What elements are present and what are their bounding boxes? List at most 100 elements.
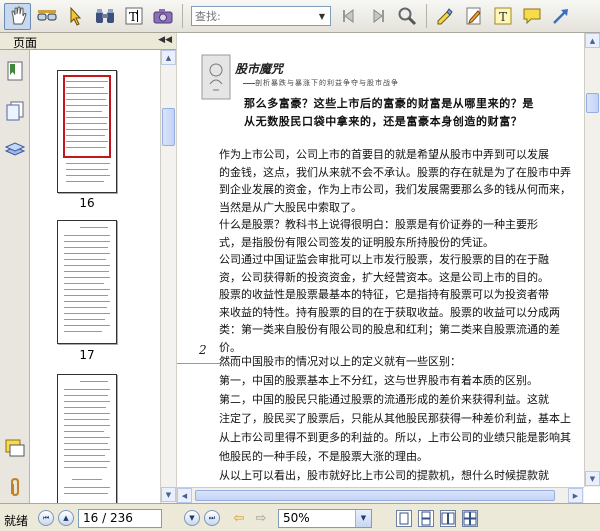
chapter-title: 股市魔咒 xyxy=(235,62,284,76)
note-tool-button[interactable] xyxy=(460,3,487,30)
first-page-icon: ⏮ xyxy=(42,513,50,522)
body-text-line: 什么是股票？教科书上说得很明白：股票是有价证券的一种主要形 xyxy=(219,218,538,231)
page-thumbnail-17[interactable] xyxy=(57,220,117,344)
scroll-thumb[interactable] xyxy=(195,490,555,501)
comment-tool-button[interactable] xyxy=(518,3,545,30)
text-cursor-icon: T xyxy=(125,7,142,25)
glasses-icon xyxy=(37,10,56,21)
next-arrow-icon xyxy=(373,9,384,23)
attachments-tab-icon[interactable] xyxy=(4,476,26,498)
panel-header: 页面 ◀◀ xyxy=(0,33,176,50)
scroll-down-arrow[interactable]: ▼ xyxy=(585,471,600,486)
continuous-page-icon xyxy=(421,511,431,526)
page-thumbnails: 16 17 xyxy=(31,50,161,503)
text-tool-button[interactable]: T xyxy=(489,3,516,30)
status-bar: 就绪 ⏮ ▲ 16 / 236 ▼ ⏭ ⇦ ⇨ 50% ▼ xyxy=(0,503,600,531)
go-back-button[interactable]: ⇦ xyxy=(230,510,248,526)
body-text-line: 然而中国股市的情况对以上的定义就有一些区别： xyxy=(219,355,461,368)
left-navigation-panel: 页面 ◀◀ 16 17 ▲ ▼ xyxy=(0,33,176,503)
body-text-line: 作为上市公司，公司上市的首要目的就是希望从股市中弄到可以发展 xyxy=(219,148,549,161)
quote-line: 那么多富豪？这些上市后的富豪的财富是从哪里来的？是 xyxy=(244,97,534,110)
facing-pages-icon xyxy=(441,512,455,525)
svg-text:T: T xyxy=(499,10,507,24)
continuous-facing-icon xyxy=(463,511,477,526)
body-text-line: 从以上可以看出，股市就好比上市公司的提款机，想什么时候提款就 xyxy=(219,469,549,482)
text-select-tool-button[interactable]: T xyxy=(120,3,147,30)
arrow-line-tool-button[interactable] xyxy=(547,3,574,30)
zoom-combobox[interactable]: 50% ▼ xyxy=(278,509,372,528)
page-thumbnail-18[interactable] xyxy=(57,374,117,503)
single-page-layout-button[interactable] xyxy=(396,510,412,527)
single-page-icon xyxy=(399,512,409,525)
body-text-line: 股票的收益性是股票最基本的特征，它是指持有股票可以为投资者带 xyxy=(219,288,549,301)
facing-layout-button[interactable] xyxy=(440,510,456,527)
scroll-thumb[interactable] xyxy=(162,108,175,146)
find-tool-button[interactable] xyxy=(91,3,118,30)
body-text-line: 第二，中国的股民只能通过股票的流通形成的差价来获得利益。这就 xyxy=(219,393,549,406)
scroll-left-arrow[interactable]: ◀ xyxy=(177,488,192,503)
continuous-facing-layout-button[interactable] xyxy=(462,510,478,527)
previous-page-button[interactable]: ▲ xyxy=(58,510,74,526)
body-text-line: 来收益的特性。持有股票的目的在于获取收益。股票的收益可以分成两 xyxy=(219,305,560,319)
zoom-value: 50% xyxy=(283,511,310,525)
collapse-panel-icon[interactable]: ◀◀ xyxy=(158,35,172,45)
first-page-button[interactable]: ⏮ xyxy=(38,510,54,526)
quote-line: 从无数股民口袋中拿来的，还是富豪本身创造的财富？ xyxy=(244,115,523,128)
continuous-layout-button[interactable] xyxy=(418,510,434,527)
page-number: 2 xyxy=(199,343,207,357)
page-separator xyxy=(177,363,237,364)
subtitle-rule xyxy=(243,83,255,84)
document-horizontal-scrollbar[interactable]: ◀ ▶ xyxy=(177,487,584,503)
last-page-icon: ⏭ xyxy=(208,513,216,522)
previous-page-icon: ▲ xyxy=(63,514,69,522)
body-text-line: 类：第一类来自股份有限公司的股息和红利；第二类来自股票流通的差 xyxy=(219,323,560,336)
arrow-tool-button[interactable] xyxy=(62,3,89,30)
hand-tool-button[interactable] xyxy=(4,2,31,30)
thumbnails-scrollbar[interactable]: ▲ ▼ xyxy=(160,50,176,503)
comment-icon xyxy=(523,8,540,25)
svg-text:T: T xyxy=(129,10,137,24)
bookmarks-tab-icon[interactable] xyxy=(4,60,26,82)
scroll-down-arrow[interactable]: ▼ xyxy=(161,487,176,502)
body-text-line: 当然是从广大股民中索取了。 xyxy=(219,200,362,214)
last-page-button[interactable]: ⏭ xyxy=(204,510,220,526)
scroll-right-arrow[interactable]: ▶ xyxy=(568,488,583,503)
scroll-thumb[interactable] xyxy=(586,93,599,113)
body-text-line: 式，是指股份有限公司签发的证明股东所持股份的凭证。 xyxy=(219,235,494,249)
layers-tab-icon[interactable] xyxy=(4,138,26,160)
chevron-down-icon[interactable]: ▼ xyxy=(314,7,330,25)
highlighter-icon xyxy=(437,8,453,25)
pages-tab-icon[interactable] xyxy=(4,100,26,122)
scroll-up-arrow[interactable]: ▲ xyxy=(585,33,600,48)
highlight-tool-button[interactable] xyxy=(431,3,458,30)
scroll-up-arrow[interactable]: ▲ xyxy=(161,50,176,65)
chapter-emblem-icon xyxy=(201,54,231,100)
find-previous-button[interactable] xyxy=(335,3,362,30)
camera-icon xyxy=(153,9,172,24)
body-text-line: 的金钱，这点，我们从来就不会不承认。股票的存在就是为了在股市中弄 xyxy=(219,165,571,179)
find-input[interactable] xyxy=(192,7,314,25)
chevron-down-icon[interactable]: ▼ xyxy=(355,510,371,527)
page-thumbnail-16[interactable] xyxy=(57,70,117,193)
find-options-button[interactable] xyxy=(393,3,420,30)
toolbar-separator xyxy=(182,4,183,28)
body-text-line: 公司通过中国证监会审批可以上市发行股票，发行股票的目的在于融 xyxy=(219,253,549,266)
forward-arrow-icon: ⇨ xyxy=(255,510,267,526)
panel-tab-strip xyxy=(0,50,30,503)
find-next-button[interactable] xyxy=(364,3,391,30)
thumbnail-page-number: 16 xyxy=(79,196,95,210)
document-vertical-scrollbar[interactable]: ▲ ▼ xyxy=(584,33,600,487)
go-forward-button[interactable]: ⇨ xyxy=(252,510,270,526)
page-number-field[interactable]: 16 / 236 xyxy=(78,509,162,528)
thumbnail-page-number: 17 xyxy=(79,348,95,362)
toolbar-separator xyxy=(426,4,427,28)
select-text-tool-button[interactable] xyxy=(33,3,60,30)
binoculars-icon xyxy=(95,9,114,23)
comments-list-tab-icon[interactable] xyxy=(4,438,26,460)
hand-icon xyxy=(10,6,27,25)
find-combobox[interactable]: ▼ xyxy=(191,6,331,26)
next-page-button[interactable]: ▼ xyxy=(184,510,200,526)
document-page: 股市魔咒 剖析暴跌与暴涨下的利益争夺与股市战争 那么多富豪？这些上市后的富豪的财… xyxy=(177,33,582,487)
body-text-line: 他股民的一种手段，不是股票大涨的理由。 xyxy=(219,450,428,463)
snapshot-tool-button[interactable] xyxy=(149,3,176,30)
